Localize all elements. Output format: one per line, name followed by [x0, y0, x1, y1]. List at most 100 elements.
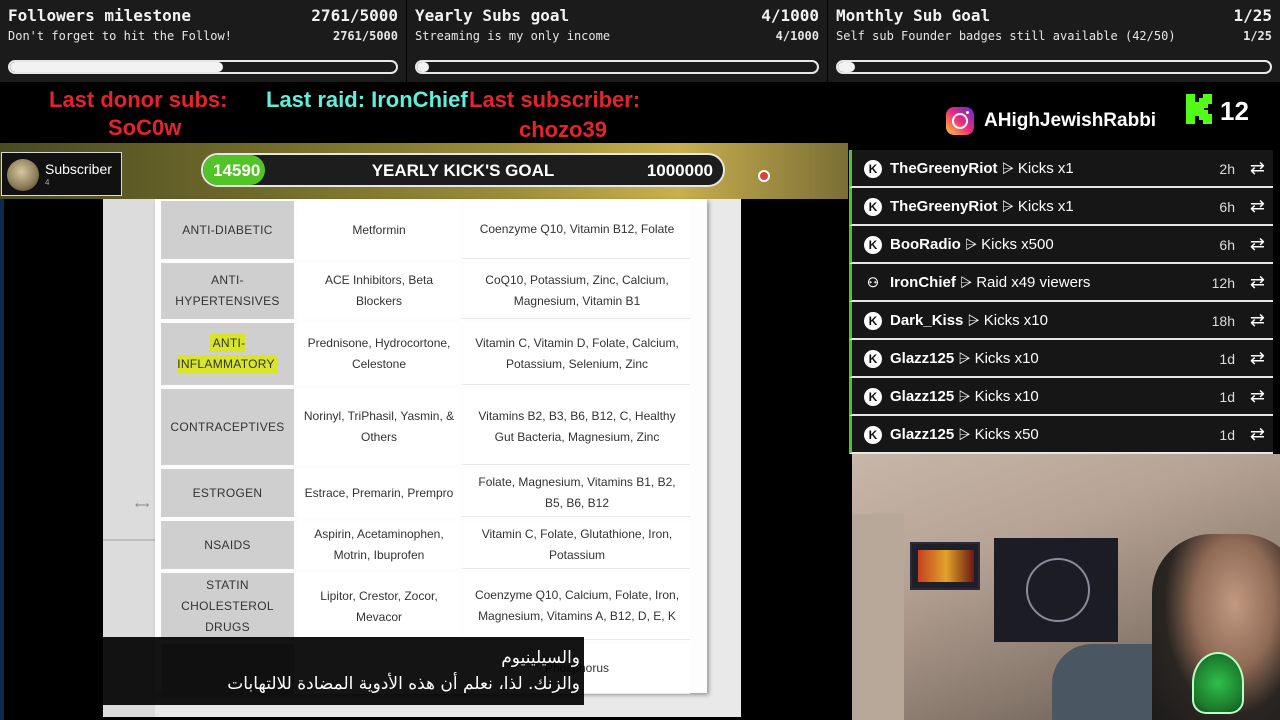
drug-category-label: ANTI-INFLAMMATORY [177, 334, 278, 373]
feed-username: Glazz125 [890, 426, 955, 443]
kick-icon: K [864, 236, 882, 254]
drug-names-cell: Aspirin, Acetaminophen, Motrin, Ibuprofe… [294, 521, 460, 569]
feed-item-text: Glazz125 ⩥ Kicks x10 [890, 350, 1039, 367]
drug-category-label: ESTROGEN [192, 485, 263, 500]
last-subscriber-name: chozo39 [519, 117, 608, 142]
table-row: ESTROGEN Estrace, Premarin, Prempro Folate… [161, 469, 690, 517]
drag-handle-icon[interactable]: ⟷ [135, 500, 149, 511]
subscriber-badge: Subscriber 4 [1, 152, 122, 196]
drug-category-cell: STATIN CHOLESTEROL DRUGS [161, 573, 294, 640]
monthly-sub-goal-panel: Monthly Sub Goal 1/25 Self sub Founder ba… [828, 0, 1280, 82]
feed-item: K Glazz125 ⩥ Kicks x10 1d ⇄ [849, 378, 1273, 416]
feed-action: Kicks x10 [974, 350, 1039, 367]
goal-progress-fill [417, 62, 429, 72]
drug-names-cell: Norinyl, TriPhasil, Yasmin, & Others [294, 389, 460, 465]
drug-names-cell: Lipitor, Crestor, Zocor, Mevacor [294, 573, 460, 640]
table-row: ANTI-DIABETIC Metformin Coenzyme Q10, Vita… [161, 201, 690, 259]
drug-category-cell: ESTROGEN [161, 469, 294, 517]
goal-count-small: 2761/5000 [332, 29, 398, 43]
goal-subtitle: Streaming is my only income [415, 29, 611, 43]
chevron-right-icon: ⩥ [960, 236, 982, 253]
game-map-marker [758, 170, 770, 182]
feed-item: K TheGreenyRiot ⩥ Kicks x1 6h ⇄ [849, 188, 1273, 226]
replay-icon[interactable]: ⇄ [1250, 234, 1265, 255]
feed-item: ⚇ IronChief ⩥ Raid x49 viewers 12h ⇄ [849, 264, 1273, 302]
replay-icon[interactable]: ⇄ [1250, 348, 1265, 369]
goal-progress-fill [838, 62, 856, 72]
instagram-icon [946, 107, 974, 135]
goal-title: Followers milestone [8, 6, 192, 25]
feed-action: Kicks x500 [981, 236, 1054, 253]
followers-goal-panel: Followers milestone 2761/5000 Don't forge… [0, 0, 406, 82]
table-row: ANTI-INFLAMMATORY Prednisone, Hydrocorton… [161, 323, 690, 385]
drug-category-label: CONTRACEPTIVES [170, 419, 285, 434]
kick-icon: K [864, 350, 882, 368]
kick-icon: K [864, 312, 882, 330]
yearly-kicks-goal-bar: YEARLY KICK'S GOAL 14590 1000000 [201, 153, 725, 187]
last-subscriber-label: Last subscriber: [469, 87, 641, 112]
replay-icon[interactable]: ⇄ [1250, 158, 1265, 179]
drug-category-cell: ANTI-DIABETIC [161, 201, 294, 259]
depleted-nutrients-cell: Coenzyme Q10, Vitamin B12, Folate [460, 201, 690, 259]
depleted-nutrients-cell: Vitamins B2, B3, B6, B12, C, Healthy Gut… [460, 389, 690, 465]
goal-title: Yearly Subs goal [415, 6, 570, 25]
chevron-right-icon: ⩥ [963, 312, 984, 329]
subscriber-label: Subscriber [45, 161, 112, 177]
goal-count: 4/1000 [761, 6, 819, 25]
medication-nutrient-table: ANTI-DIABETIC Metformin Coenzyme Q10, Vita… [161, 197, 690, 698]
depleted-nutrients-cell: CoQ10, Potassium, Zinc, Calcium, Magnesi… [460, 263, 690, 319]
drug-category-label: ANTI-DIABETIC [182, 222, 273, 237]
feed-item: K TheGreenyRiot ⩥ Kicks x1 2h ⇄ [849, 150, 1273, 188]
caption-line: والزنك. لذا، نعلم أن هذه الأدوية المضادة… [227, 674, 580, 694]
feed-action: Kicks x10 [974, 388, 1039, 405]
divider [103, 539, 155, 541]
goal-count-small: 1/25 [1243, 29, 1272, 43]
drug-names-cell: Metformin [294, 201, 460, 259]
feed-username: Dark_Kiss [890, 312, 964, 329]
feed-item: K Glazz125 ⩥ Kicks x10 1d ⇄ [849, 340, 1273, 378]
subtitle-caption: والسيلينيوم والزنك. لذا، نعلم أن هذه الأ… [62, 637, 584, 705]
replay-icon[interactable]: ⇄ [1250, 196, 1265, 217]
feed-action: Kicks x1 [1017, 160, 1074, 177]
feed-time: 1d [1219, 351, 1235, 367]
replay-icon[interactable]: ⇄ [1250, 310, 1265, 331]
goal-progress-fill [10, 62, 224, 72]
goal-subtitle: Don't forget to hit the Follow! [8, 29, 232, 43]
goal-count-small: 4/1000 [775, 29, 819, 43]
goal-subtitle: Self sub Founder badges still available … [836, 29, 1176, 43]
table-row: STATIN CHOLESTEROL DRUGS Lipitor, Crestor… [161, 573, 690, 640]
feed-time: 12h [1211, 275, 1235, 291]
depleted-nutrients-cell: Folate, Magnesium, Vitamins B1, B2, B5, … [460, 469, 690, 517]
feed-time: 6h [1219, 237, 1235, 253]
feed-action: Kicks x10 [983, 312, 1048, 329]
kick-activity-feed: K TheGreenyRiot ⩥ Kicks x1 2h ⇄ K TheGreenyRi… [848, 150, 1280, 454]
drug-category-label: NSAIDS [204, 537, 251, 552]
feed-username: BooRadio [890, 236, 961, 253]
kick-icon: K [864, 426, 882, 444]
raid-icon: ⚇ [867, 275, 879, 290]
depleted-nutrients-cell: Coenzyme Q10, Calcium, Folate, Iron, Mag… [460, 573, 690, 640]
kick-icon: K [864, 198, 882, 216]
channel-emblem-icon [1192, 652, 1244, 714]
kicks-goal-current: 14590 [213, 161, 261, 180]
depleted-nutrients-cell: Vitamin C, Folate, Glutathione, Iron, Po… [460, 521, 690, 569]
feed-item: K Dark_Kiss ⩥ Kicks x10 18h ⇄ [849, 302, 1273, 340]
feed-item: K BooRadio ⩥ Kicks x500 6h ⇄ [849, 226, 1273, 264]
feed-time: 1d [1219, 427, 1235, 443]
kick-viewer-count: 12 [1220, 96, 1249, 126]
kicks-goal-title: YEARLY KICK'S GOAL [371, 161, 555, 180]
replay-icon[interactable]: ⇄ [1250, 386, 1265, 407]
webcam-poster [910, 542, 980, 590]
feed-time: 18h [1211, 313, 1235, 329]
goal-progress-track [836, 60, 1272, 74]
drug-category-label: STATIN CHOLESTEROL DRUGS [181, 578, 274, 634]
goal-title: Monthly Sub Goal [836, 6, 991, 25]
feed-action: Kicks x50 [974, 426, 1039, 443]
feed-item-text: BooRadio ⩥ Kicks x500 [890, 236, 1054, 253]
drug-names-cell: ACE Inhibitors, Beta Blockers [294, 263, 460, 319]
replay-icon[interactable]: ⇄ [1250, 424, 1265, 445]
avatar [7, 159, 39, 191]
replay-icon[interactable]: ⇄ [1250, 272, 1265, 293]
feed-item-text: Glazz125 ⩥ Kicks x10 [890, 388, 1039, 405]
drug-category-cell: CONTRACEPTIVES [161, 389, 294, 465]
